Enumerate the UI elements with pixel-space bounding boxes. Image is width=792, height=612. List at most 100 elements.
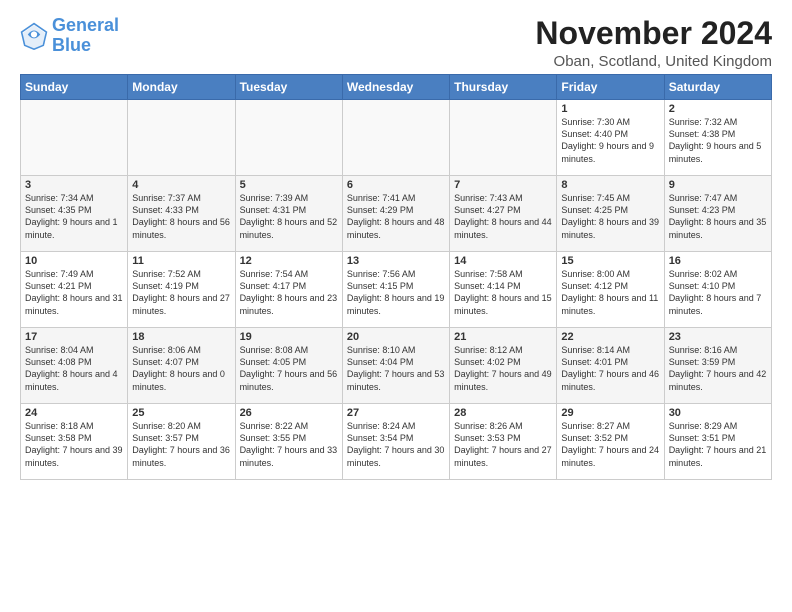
col-friday: Friday	[557, 75, 664, 100]
title-block: November 2024 Oban, Scotland, United Kin…	[535, 16, 772, 70]
table-row	[235, 100, 342, 176]
day-number: 19	[240, 331, 338, 343]
day-info: Sunrise: 8:29 AM Sunset: 3:51 PM Dayligh…	[669, 420, 767, 469]
day-number: 3	[25, 179, 123, 191]
calendar-week-5: 24Sunrise: 8:18 AM Sunset: 3:58 PM Dayli…	[21, 404, 772, 480]
table-row: 16Sunrise: 8:02 AM Sunset: 4:10 PM Dayli…	[664, 252, 771, 328]
day-info: Sunrise: 8:00 AM Sunset: 4:12 PM Dayligh…	[561, 268, 659, 317]
day-number: 7	[454, 179, 552, 191]
day-info: Sunrise: 8:24 AM Sunset: 3:54 PM Dayligh…	[347, 420, 445, 469]
table-row: 17Sunrise: 8:04 AM Sunset: 4:08 PM Dayli…	[21, 328, 128, 404]
logo-icon	[20, 22, 48, 50]
table-row: 23Sunrise: 8:16 AM Sunset: 3:59 PM Dayli…	[664, 328, 771, 404]
month-title: November 2024	[535, 16, 772, 51]
table-row: 10Sunrise: 7:49 AM Sunset: 4:21 PM Dayli…	[21, 252, 128, 328]
table-row: 27Sunrise: 8:24 AM Sunset: 3:54 PM Dayli…	[342, 404, 449, 480]
day-number: 2	[669, 103, 767, 115]
day-info: Sunrise: 8:22 AM Sunset: 3:55 PM Dayligh…	[240, 420, 338, 469]
calendar-week-3: 10Sunrise: 7:49 AM Sunset: 4:21 PM Dayli…	[21, 252, 772, 328]
table-row: 14Sunrise: 7:58 AM Sunset: 4:14 PM Dayli…	[450, 252, 557, 328]
day-number: 21	[454, 331, 552, 343]
day-number: 6	[347, 179, 445, 191]
day-number: 1	[561, 103, 659, 115]
col-tuesday: Tuesday	[235, 75, 342, 100]
day-number: 10	[25, 255, 123, 267]
day-info: Sunrise: 8:10 AM Sunset: 4:04 PM Dayligh…	[347, 344, 445, 393]
table-row	[342, 100, 449, 176]
table-row: 6Sunrise: 7:41 AM Sunset: 4:29 PM Daylig…	[342, 176, 449, 252]
calendar-week-4: 17Sunrise: 8:04 AM Sunset: 4:08 PM Dayli…	[21, 328, 772, 404]
table-row: 24Sunrise: 8:18 AM Sunset: 3:58 PM Dayli…	[21, 404, 128, 480]
table-row: 13Sunrise: 7:56 AM Sunset: 4:15 PM Dayli…	[342, 252, 449, 328]
table-row	[450, 100, 557, 176]
day-number: 24	[25, 407, 123, 419]
day-info: Sunrise: 8:20 AM Sunset: 3:57 PM Dayligh…	[132, 420, 230, 469]
page: General Blue November 2024 Oban, Scotlan…	[0, 0, 792, 490]
day-number: 5	[240, 179, 338, 191]
header: General Blue November 2024 Oban, Scotlan…	[20, 16, 772, 70]
day-info: Sunrise: 7:41 AM Sunset: 4:29 PM Dayligh…	[347, 192, 445, 241]
day-number: 26	[240, 407, 338, 419]
day-info: Sunrise: 7:58 AM Sunset: 4:14 PM Dayligh…	[454, 268, 552, 317]
day-number: 27	[347, 407, 445, 419]
day-number: 13	[347, 255, 445, 267]
day-info: Sunrise: 8:18 AM Sunset: 3:58 PM Dayligh…	[25, 420, 123, 469]
day-info: Sunrise: 8:27 AM Sunset: 3:52 PM Dayligh…	[561, 420, 659, 469]
col-saturday: Saturday	[664, 75, 771, 100]
calendar-week-1: 1Sunrise: 7:30 AM Sunset: 4:40 PM Daylig…	[21, 100, 772, 176]
logo-text-block: General Blue	[52, 16, 119, 56]
day-number: 8	[561, 179, 659, 191]
table-row: 2Sunrise: 7:32 AM Sunset: 4:38 PM Daylig…	[664, 100, 771, 176]
table-row: 8Sunrise: 7:45 AM Sunset: 4:25 PM Daylig…	[557, 176, 664, 252]
table-row: 28Sunrise: 8:26 AM Sunset: 3:53 PM Dayli…	[450, 404, 557, 480]
day-info: Sunrise: 7:56 AM Sunset: 4:15 PM Dayligh…	[347, 268, 445, 317]
table-row: 1Sunrise: 7:30 AM Sunset: 4:40 PM Daylig…	[557, 100, 664, 176]
day-number: 11	[132, 255, 230, 267]
col-wednesday: Wednesday	[342, 75, 449, 100]
day-number: 20	[347, 331, 445, 343]
col-monday: Monday	[128, 75, 235, 100]
day-number: 18	[132, 331, 230, 343]
day-info: Sunrise: 8:16 AM Sunset: 3:59 PM Dayligh…	[669, 344, 767, 393]
table-row: 19Sunrise: 8:08 AM Sunset: 4:05 PM Dayli…	[235, 328, 342, 404]
day-info: Sunrise: 8:04 AM Sunset: 4:08 PM Dayligh…	[25, 344, 123, 393]
table-row: 26Sunrise: 8:22 AM Sunset: 3:55 PM Dayli…	[235, 404, 342, 480]
table-row: 3Sunrise: 7:34 AM Sunset: 4:35 PM Daylig…	[21, 176, 128, 252]
day-number: 4	[132, 179, 230, 191]
day-number: 15	[561, 255, 659, 267]
table-row: 9Sunrise: 7:47 AM Sunset: 4:23 PM Daylig…	[664, 176, 771, 252]
col-sunday: Sunday	[21, 75, 128, 100]
day-number: 16	[669, 255, 767, 267]
logo-line1: General	[52, 16, 119, 36]
table-row: 11Sunrise: 7:52 AM Sunset: 4:19 PM Dayli…	[128, 252, 235, 328]
table-row: 4Sunrise: 7:37 AM Sunset: 4:33 PM Daylig…	[128, 176, 235, 252]
day-info: Sunrise: 7:43 AM Sunset: 4:27 PM Dayligh…	[454, 192, 552, 241]
day-number: 28	[454, 407, 552, 419]
table-row: 20Sunrise: 8:10 AM Sunset: 4:04 PM Dayli…	[342, 328, 449, 404]
day-info: Sunrise: 7:45 AM Sunset: 4:25 PM Dayligh…	[561, 192, 659, 241]
day-info: Sunrise: 7:52 AM Sunset: 4:19 PM Dayligh…	[132, 268, 230, 317]
day-info: Sunrise: 7:49 AM Sunset: 4:21 PM Dayligh…	[25, 268, 123, 317]
table-row: 29Sunrise: 8:27 AM Sunset: 3:52 PM Dayli…	[557, 404, 664, 480]
calendar-table: Sunday Monday Tuesday Wednesday Thursday…	[20, 74, 772, 480]
day-number: 12	[240, 255, 338, 267]
day-number: 22	[561, 331, 659, 343]
table-row: 5Sunrise: 7:39 AM Sunset: 4:31 PM Daylig…	[235, 176, 342, 252]
day-info: Sunrise: 8:02 AM Sunset: 4:10 PM Dayligh…	[669, 268, 767, 317]
table-row	[21, 100, 128, 176]
calendar-week-2: 3Sunrise: 7:34 AM Sunset: 4:35 PM Daylig…	[21, 176, 772, 252]
day-info: Sunrise: 8:12 AM Sunset: 4:02 PM Dayligh…	[454, 344, 552, 393]
day-info: Sunrise: 8:08 AM Sunset: 4:05 PM Dayligh…	[240, 344, 338, 393]
logo: General Blue	[20, 16, 119, 56]
table-row: 22Sunrise: 8:14 AM Sunset: 4:01 PM Dayli…	[557, 328, 664, 404]
day-info: Sunrise: 7:37 AM Sunset: 4:33 PM Dayligh…	[132, 192, 230, 241]
location-title: Oban, Scotland, United Kingdom	[535, 53, 772, 70]
table-row: 15Sunrise: 8:00 AM Sunset: 4:12 PM Dayli…	[557, 252, 664, 328]
col-thursday: Thursday	[450, 75, 557, 100]
day-info: Sunrise: 7:30 AM Sunset: 4:40 PM Dayligh…	[561, 116, 659, 165]
day-number: 23	[669, 331, 767, 343]
table-row: 7Sunrise: 7:43 AM Sunset: 4:27 PM Daylig…	[450, 176, 557, 252]
table-row: 21Sunrise: 8:12 AM Sunset: 4:02 PM Dayli…	[450, 328, 557, 404]
day-number: 29	[561, 407, 659, 419]
day-number: 9	[669, 179, 767, 191]
